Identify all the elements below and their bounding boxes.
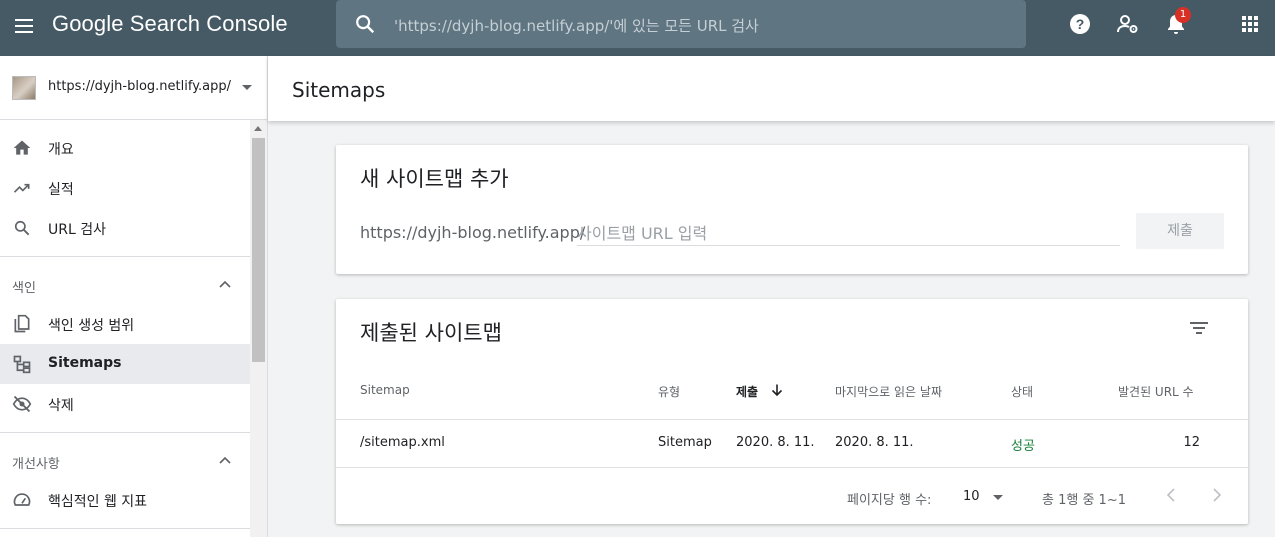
section-title: 개선사항 bbox=[12, 457, 60, 472]
sitemap-url-input[interactable] bbox=[577, 221, 1120, 246]
property-selector[interactable]: https://dyjh-blog.netlify.app/ bbox=[0, 56, 267, 120]
rows-per-page-label: 페이지당 행 수: bbox=[847, 493, 932, 508]
apps-grid-icon[interactable] bbox=[1238, 12, 1262, 36]
chevron-up-icon bbox=[219, 456, 231, 464]
column-header-submitted[interactable]: 제출 bbox=[736, 383, 783, 400]
submitted-sitemaps-card: 제출된 사이트맵 Sitemap 유형 제출 마지막으로 읽은 날짜 상태 발견… bbox=[336, 299, 1248, 524]
sidebar-item-label: 삭제 bbox=[48, 398, 74, 414]
rows-per-page-select[interactable]: 10 bbox=[961, 485, 1009, 507]
column-header-sitemap[interactable]: Sitemap bbox=[360, 383, 410, 397]
sidebar-item-removals[interactable]: 삭제 bbox=[0, 384, 250, 424]
sidebar-item-overview[interactable]: 개요 bbox=[0, 128, 250, 168]
sidebar-item-label: 색인 생성 범위 bbox=[48, 318, 135, 334]
sidebar: https://dyjh-blog.netlify.app/ 개요 실적 URL… bbox=[0, 56, 268, 537]
page-header: Sitemaps bbox=[268, 56, 1275, 121]
manage-users-icon[interactable] bbox=[1116, 12, 1140, 36]
top-app-bar: Google Search Console 'https://dyjh-blog… bbox=[0, 0, 1275, 56]
column-header-type[interactable]: 유형 bbox=[658, 383, 680, 400]
sidebar-item-label: 실적 bbox=[48, 182, 74, 198]
visibility-off-icon bbox=[12, 395, 32, 413]
card-title: 제출된 사이트맵 bbox=[360, 321, 502, 345]
notification-badge: 1 bbox=[1175, 7, 1191, 23]
sidebar-item-coverage[interactable]: 색인 생성 범위 bbox=[0, 304, 250, 344]
sidebar-item-url-inspection[interactable]: URL 검사 bbox=[0, 208, 250, 248]
section-title: 색인 bbox=[12, 281, 36, 296]
menu-icon[interactable] bbox=[12, 14, 36, 38]
sidebar-item-sitemaps[interactable]: Sitemaps bbox=[0, 344, 250, 384]
add-sitemap-card: 새 사이트맵 추가 https://dyjh-blog.netlify.app/… bbox=[336, 145, 1248, 274]
speed-icon bbox=[13, 493, 31, 506]
sitemap-icon bbox=[13, 355, 31, 374]
dropdown-caret-icon bbox=[993, 495, 1003, 500]
search-placeholder: 'https://dyjh-blog.netlify.app/'에 있는 모든 … bbox=[394, 17, 759, 35]
search-icon bbox=[14, 220, 30, 236]
section-header-index[interactable]: 색인 bbox=[0, 264, 250, 304]
divider bbox=[0, 256, 250, 257]
section-header-enhancements[interactable]: 개선사항 bbox=[0, 440, 250, 480]
column-header-label: 제출 bbox=[736, 385, 759, 399]
page-title: Sitemaps bbox=[292, 78, 386, 102]
column-header-last-read[interactable]: 마지막으로 읽은 날짜 bbox=[835, 383, 942, 400]
sidebar-item-core-web-vitals[interactable]: 핵심적인 웹 지표 bbox=[0, 480, 250, 520]
sidebar-scrollbar[interactable] bbox=[250, 120, 267, 537]
sidebar-item-performance[interactable]: 실적 bbox=[0, 168, 250, 208]
url-prefix: https://dyjh-blog.netlify.app/ bbox=[360, 223, 586, 242]
rows-per-page-value: 10 bbox=[963, 489, 980, 504]
pagination-range: 총 1행 중 1~1 bbox=[1042, 493, 1126, 508]
chevron-right-icon[interactable] bbox=[1206, 485, 1226, 505]
divider bbox=[336, 467, 1248, 468]
dropdown-caret-icon bbox=[242, 85, 252, 90]
sidebar-item-label: Sitemaps bbox=[48, 355, 122, 371]
cell-submitted: 2020. 8. 11. bbox=[736, 435, 815, 450]
arrow-down-icon bbox=[771, 384, 783, 397]
filter-icon[interactable] bbox=[1188, 318, 1210, 338]
scrollbar-thumb[interactable] bbox=[252, 138, 265, 362]
sidebar-nav: 개요 실적 URL 검사 색인 색인 생성 범위 Sitemaps 삭제 개선사… bbox=[0, 120, 250, 537]
chevron-left-icon[interactable] bbox=[1162, 485, 1182, 505]
sidebar-item-label: URL 검사 bbox=[48, 222, 106, 238]
property-url: https://dyjh-blog.netlify.app/ bbox=[48, 79, 232, 94]
cell-sitemap: /sitemap.xml bbox=[360, 435, 445, 450]
cell-last-read: 2020. 8. 11. bbox=[835, 435, 914, 450]
cell-type: Sitemap bbox=[658, 435, 712, 450]
scroll-up-arrow-icon[interactable] bbox=[254, 126, 262, 131]
divider bbox=[0, 528, 250, 529]
home-icon bbox=[13, 140, 31, 155]
search-icon bbox=[356, 15, 375, 34]
cell-discovered-urls: 12 bbox=[1183, 435, 1200, 450]
column-header-status[interactable]: 상태 bbox=[1011, 383, 1033, 400]
cell-status: 성공 bbox=[1011, 439, 1035, 454]
site-favicon bbox=[12, 76, 36, 100]
divider bbox=[0, 432, 250, 433]
divider bbox=[336, 419, 1248, 420]
trending-up-icon bbox=[13, 183, 30, 193]
submit-button[interactable]: 제출 bbox=[1136, 213, 1224, 249]
svg-text:?: ? bbox=[1076, 16, 1085, 32]
app-logo[interactable]: Google Search Console bbox=[52, 11, 288, 37]
sidebar-item-label: 개요 bbox=[48, 142, 74, 158]
chevron-up-icon bbox=[219, 280, 231, 288]
help-icon[interactable]: ? bbox=[1068, 12, 1092, 36]
url-inspection-search[interactable]: 'https://dyjh-blog.netlify.app/'에 있는 모든 … bbox=[336, 0, 1026, 48]
column-header-discovered-urls[interactable]: 발견된 URL 수 bbox=[1118, 383, 1194, 400]
card-title: 새 사이트맵 추가 bbox=[360, 167, 509, 191]
file-copy-icon bbox=[14, 314, 30, 333]
sidebar-item-label: 핵심적인 웹 지표 bbox=[48, 494, 148, 510]
